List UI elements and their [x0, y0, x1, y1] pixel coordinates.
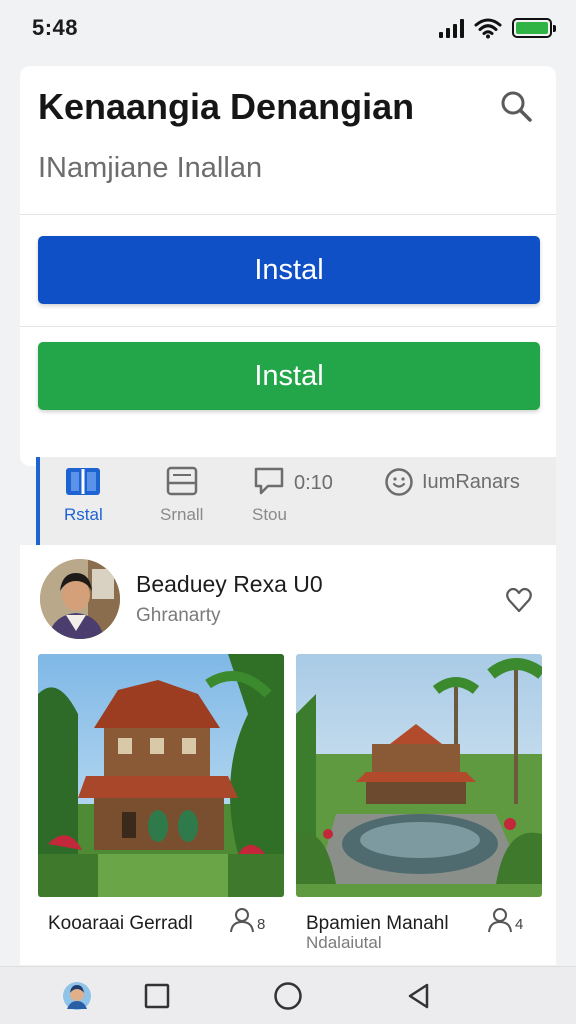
home-avatar-icon[interactable]: [62, 981, 92, 1011]
tab-bar: Rstal Srnall Stou 0:10 IumRanars: [36, 457, 556, 545]
status-bar: 5:48: [0, 0, 576, 56]
post-count: 8: [257, 916, 266, 933]
app-screen: 5:48 Kenaangia Denangian INamjiane Inall…: [0, 0, 576, 1024]
tray-icon: [166, 466, 197, 496]
search-icon[interactable]: [498, 88, 534, 124]
feed-card: Beaduey Rexa U0 Ghranarty Kooaraai Gerra…: [20, 545, 556, 965]
tab-label: Stou: [252, 505, 287, 524]
post-image-house[interactable]: [38, 654, 284, 897]
profile-role: Ghranarty: [136, 605, 221, 626]
tab-time-text: 0:10: [294, 472, 333, 494]
smiley-icon: [385, 468, 413, 496]
tab-label: IumRanars: [422, 470, 520, 493]
post-subtitle: Ndalaiutal: [306, 933, 382, 952]
avatar[interactable]: [40, 559, 120, 639]
signal-icon: [439, 18, 464, 38]
tab-label: Srnall: [160, 505, 204, 524]
chat-icon: [255, 467, 284, 495]
system-nav-bar: [0, 966, 576, 1024]
tab-srnall[interactable]: Srnall: [160, 465, 203, 525]
post-user-count[interactable]: 4: [486, 907, 523, 933]
status-icons: [439, 17, 556, 39]
book-icon: [66, 468, 101, 495]
back-triangle-icon[interactable]: [404, 981, 434, 1011]
user-icon: [230, 908, 254, 933]
user-icon: [488, 908, 512, 933]
divider: [20, 214, 556, 215]
install-button-secondary[interactable]: Instal: [38, 342, 540, 410]
app-title: Kenaangia Denangian: [38, 86, 415, 127]
status-time: 5:48: [32, 15, 79, 40]
battery-icon: [512, 18, 556, 38]
post-user-count[interactable]: 8: [228, 907, 265, 933]
app-subtitle: INamjiane Inallan: [38, 152, 263, 184]
heart-icon[interactable]: [504, 585, 534, 615]
profile-name: Beaduey Rexa U0: [136, 571, 323, 597]
install-button-primary[interactable]: Instal: [38, 236, 540, 304]
avatar-portrait: [40, 559, 120, 639]
post-image-pavilion[interactable]: [296, 654, 542, 897]
post-title: Bpamien Manahl: [306, 913, 449, 934]
tab-iumranars[interactable]: IumRanars: [384, 467, 520, 497]
tab-label: Rstal: [64, 505, 103, 524]
post-count: 4: [515, 916, 524, 933]
home-circle-icon[interactable]: [273, 981, 303, 1011]
tab-stou[interactable]: Stou: [252, 465, 287, 525]
app-header-card: Kenaangia Denangian INamjiane Inallan In…: [20, 66, 556, 466]
tab-rstal[interactable]: Rstal: [64, 465, 103, 525]
wifi-icon: [474, 18, 502, 39]
post-title: Kooaraai Gerradl: [48, 913, 193, 934]
battery-fill: [516, 22, 548, 34]
recents-square-icon[interactable]: [142, 981, 172, 1011]
divider: [20, 326, 556, 327]
